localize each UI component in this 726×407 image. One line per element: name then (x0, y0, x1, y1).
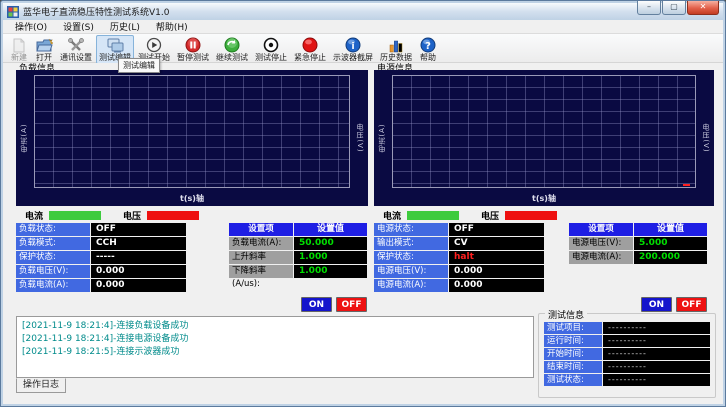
app-icon (7, 6, 19, 18)
test-stop-button[interactable]: 测试停止 (252, 35, 290, 64)
menu-history[interactable]: 历史(L) (102, 19, 148, 34)
load-current-swatch (49, 211, 101, 220)
log-line: [2021-11-9 18:21:4]-连接电源设备成功 (22, 333, 528, 346)
svg-text:i: i (351, 42, 354, 52)
table-row: 保护状态:halt (374, 251, 544, 264)
test-info-group: 测试信息 测试项目:---------- 运行时间:---------- 开始时… (538, 313, 716, 398)
log-panel: [2021-11-9 18:21:4]-连接负载设备成功 [2021-11-9 … (16, 316, 534, 378)
emergency-stop-icon (301, 37, 319, 53)
table-row: 电源电压(V):0.000 (374, 265, 544, 278)
table-row: 上升斜率(A/us):1.000 (229, 251, 367, 264)
open-button[interactable]: 打开 (32, 35, 56, 64)
svg-text:?: ? (425, 41, 431, 52)
table-header: 设置项设置值 (229, 223, 367, 236)
test-info-table: 测试项目:---------- 运行时间:---------- 开始时间:---… (544, 322, 710, 386)
source-on-button[interactable]: ON (641, 297, 672, 312)
stop-record-icon (262, 37, 280, 53)
source-legend-voltage-label: 电压 (481, 209, 499, 222)
test-info-title: 测试信息 (545, 308, 587, 321)
load-legend-current-label: 电流 (25, 209, 43, 222)
tooltip: 测试编辑 (118, 58, 160, 73)
load-legend-voltage-label: 电压 (123, 209, 141, 222)
new-file-icon (10, 37, 28, 53)
window-controls: – ▢ ✕ (636, 1, 719, 15)
log-line: [2021-11-9 18:21:4]-连接负载设备成功 (22, 320, 528, 333)
load-on-button[interactable]: ON (301, 297, 332, 312)
load-legend: 电流 电压 (25, 209, 221, 221)
history-data-button[interactable]: 历史数据 (377, 35, 415, 64)
table-row: 下降斜率(A/us):1.000 (229, 265, 367, 278)
table-row: 电源电流(A):200.000 (569, 251, 707, 264)
comm-settings-button[interactable]: 通讯设置 (57, 35, 95, 64)
maximize-icon[interactable]: ▢ (662, 1, 686, 15)
source-chart-yright-label: 电压(V) (701, 123, 711, 152)
source-voltage-swatch (505, 211, 557, 220)
menu-settings[interactable]: 设置(S) (55, 19, 102, 34)
pause-icon (184, 37, 202, 53)
load-voltage-swatch (147, 211, 199, 220)
app-window: 蓝华电子直流稳压特性测试系统V1.0 – ▢ ✕ 操作(O) 设置(S) 历史(… (0, 0, 726, 407)
load-settings-table: 设置项设置值 负载电流(A):50.000 上升斜率(A/us):1.000 下… (229, 223, 367, 278)
toolbar: 新建 打开 通讯设置 测试编辑 测试开始 (3, 34, 723, 63)
scope-screenshot-button[interactable]: i 示波器截屏 (330, 35, 376, 64)
table-row: 测试项目:---------- (544, 322, 710, 334)
table-row: 负载电流(A):0.000 (16, 279, 186, 292)
continue-test-button[interactable]: 继续测试 (213, 35, 251, 64)
load-chart-x-label: t(s)轴 (16, 193, 368, 204)
emergency-stop-button[interactable]: 紧急停止 (291, 35, 329, 64)
table-row: 测试状态:---------- (544, 374, 710, 386)
title-bar[interactable]: 蓝华电子直流稳压特性测试系统V1.0 – ▢ ✕ (3, 3, 723, 20)
table-row: 负载状态:OFF (16, 223, 186, 236)
open-folder-icon (35, 37, 53, 53)
table-row: 运行时间:---------- (544, 335, 710, 347)
load-chart: 电流(A) 电压(V) t(s)轴 (16, 70, 368, 206)
source-chart: 电流(A) 电压(V) t(s)轴 (374, 70, 714, 206)
menu-operation[interactable]: 操作(O) (7, 19, 55, 34)
resume-icon (223, 37, 241, 53)
window-title: 蓝华电子直流稳压特性测试系统V1.0 (23, 5, 169, 18)
source-settings-table: 设置项设置值 电源电压(V):5.000 电源电流(A):200.000 (569, 223, 707, 264)
bar-chart-icon (387, 37, 405, 53)
table-row: 结束时间:---------- (544, 361, 710, 373)
close-icon[interactable]: ✕ (687, 1, 719, 15)
source-chart-x-label: t(s)轴 (374, 193, 714, 204)
menu-bar: 操作(O) 设置(S) 历史(L) 帮助(H) (3, 20, 723, 34)
log-line: [2021-11-9 18:21:5]-连接示波器成功 (22, 346, 528, 359)
table-row: 电源电流(A):0.000 (374, 279, 544, 292)
table-header: 设置项设置值 (569, 223, 707, 236)
scope-info-icon: i (344, 37, 362, 53)
load-chart-yright-label: 电压(V) (355, 123, 365, 152)
source-legend: 电流 电压 (383, 209, 579, 221)
table-row: 输出模式:CV (374, 237, 544, 250)
table-row: 保护状态:----- (16, 251, 186, 264)
source-legend-current-label: 电流 (383, 209, 401, 222)
load-chart-plot (34, 75, 350, 188)
load-status-table: 负载状态:OFF 负载模式:CCH 保护状态:----- 负载电压(V):0.0… (16, 223, 186, 292)
table-row: 电源电压(V):5.000 (569, 237, 707, 250)
table-row: 电源状态:OFF (374, 223, 544, 236)
tab-operation-log[interactable]: 操作日志 (16, 378, 66, 393)
source-off-button[interactable]: OFF (676, 297, 707, 312)
table-row: 开始时间:---------- (544, 348, 710, 360)
table-row: 负载模式:CCH (16, 237, 186, 250)
tools-icon (67, 37, 85, 53)
table-row: 负载电压(V):0.000 (16, 265, 186, 278)
source-status-table: 电源状态:OFF 输出模式:CV 保护状态:halt 电源电压(V):0.000… (374, 223, 544, 292)
table-row: 负载电流(A):50.000 (229, 237, 367, 250)
help-icon: ? (419, 37, 437, 53)
load-off-button[interactable]: OFF (336, 297, 367, 312)
new-button[interactable]: 新建 (7, 35, 31, 64)
source-chart-yleft-label: 电流(A) (377, 123, 387, 152)
source-chart-plot (392, 75, 696, 188)
test-edit-icon (106, 37, 124, 53)
source-current-swatch (407, 211, 459, 220)
trace-mark (683, 184, 690, 186)
minimize-icon[interactable]: – (637, 1, 661, 15)
pause-test-button[interactable]: 暂停测试 (174, 35, 212, 64)
play-icon (145, 37, 163, 53)
help-button[interactable]: ? 帮助 (416, 35, 440, 64)
menu-help[interactable]: 帮助(H) (148, 19, 196, 34)
load-chart-yleft-label: 电流(A) (19, 123, 29, 152)
client-area: 负载信息 电流(A) 电压(V) t(s)轴 电流 电压 负载状态:OFF 负载… (3, 63, 723, 404)
